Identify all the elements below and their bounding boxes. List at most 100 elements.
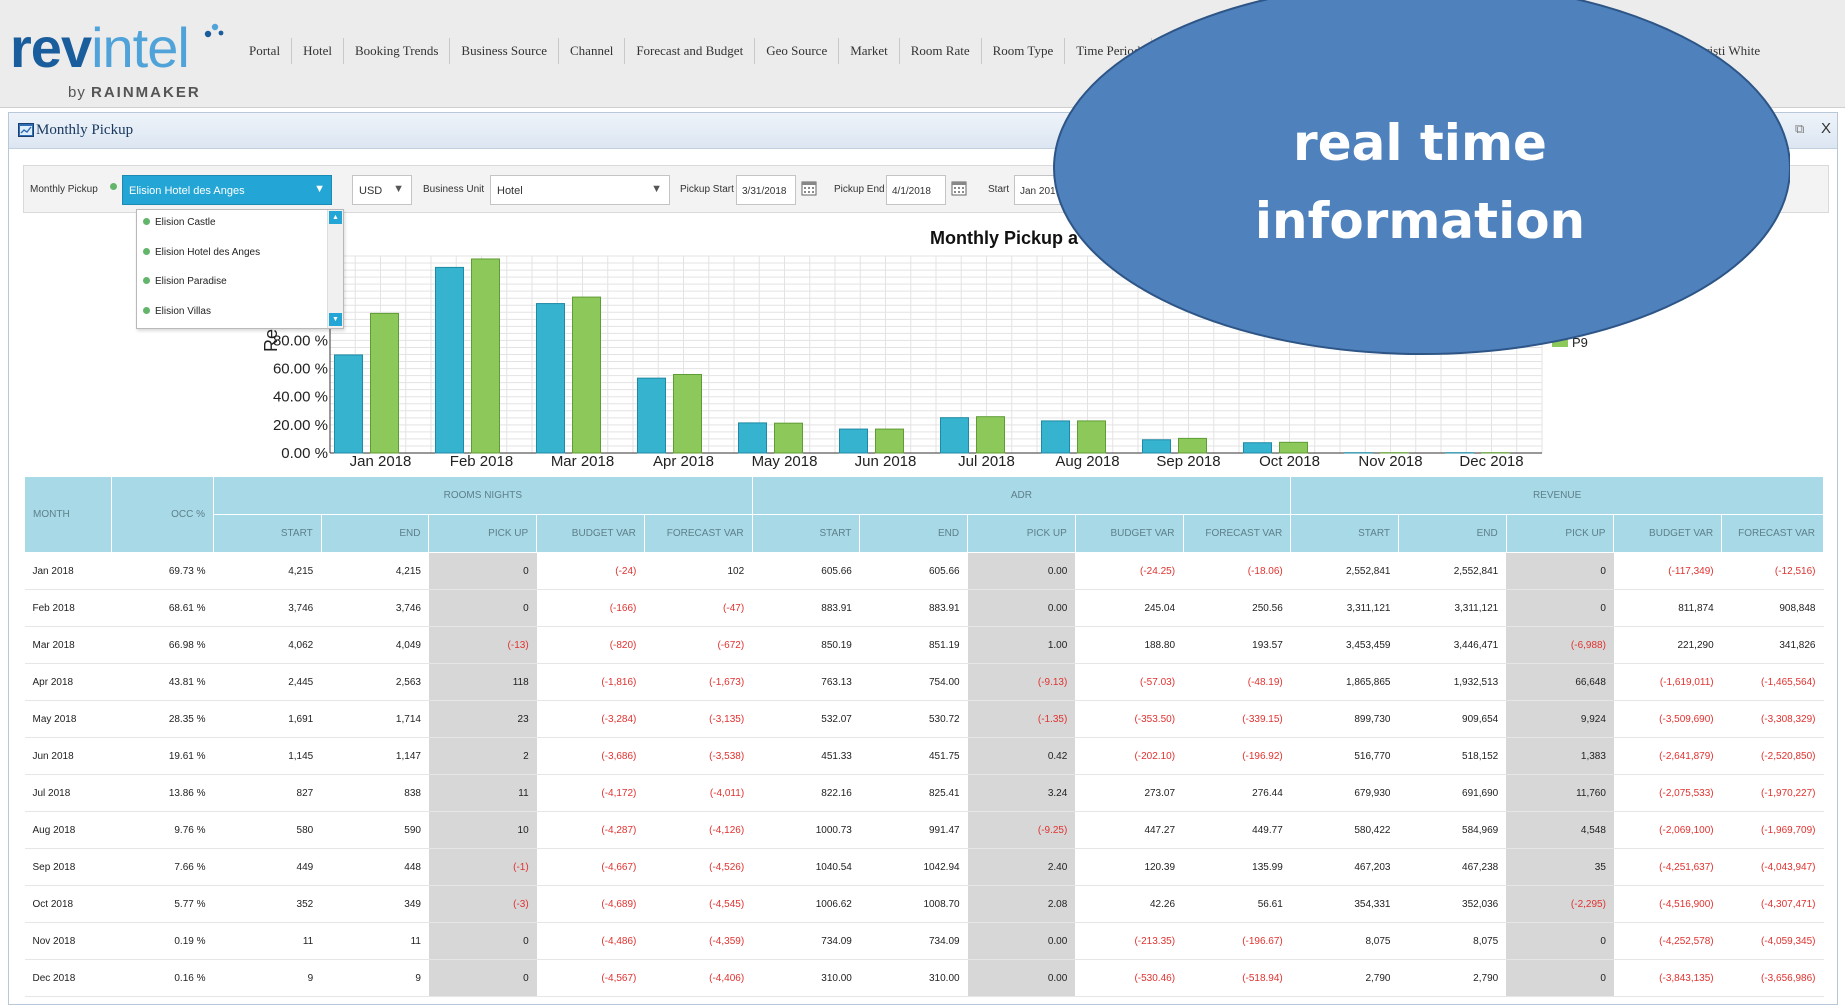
table-cell: 8,075 [1290, 922, 1399, 960]
table-cell: (-3,135) [644, 700, 753, 738]
dropdown-scrollbar[interactable]: ▲ ▼ [327, 210, 343, 328]
table-cell: (-213.35) [1075, 922, 1184, 960]
table-cell: (-4,252,578) [1613, 922, 1722, 960]
table-cell: 0 [428, 922, 537, 960]
table-row[interactable]: Dec 2018 0.16 % 9 9 0 (-4,567) (-4,406) 310.00 3… [24, 959, 1824, 997]
table-row[interactable]: Sep 2018 7.66 % 449 448 (-1) (-4,667) (-4,526)… [24, 848, 1824, 886]
table-cell: 8,075 [1398, 922, 1507, 960]
table-row[interactable]: Oct 2018 5.77 % 352 349 (-3) (-4,689) (-4,545)… [24, 885, 1824, 923]
table-cell: 1,383 [1506, 737, 1614, 775]
table-cell: (-9.25) [967, 811, 1076, 849]
month-cell: Aug 2018 [24, 811, 112, 849]
table-cell: 838 [321, 774, 429, 812]
table-cell: 734.09 [859, 922, 968, 960]
sub-header-start[interactable]: START [213, 514, 322, 553]
table-cell: 691,690 [1398, 774, 1507, 812]
table-cell: 68.61 % [111, 589, 214, 627]
sub-header-budget-var[interactable]: BUDGET VAR [1074, 514, 1184, 553]
table-cell: 0 [428, 959, 537, 997]
month-cell: Dec 2018 [24, 959, 112, 997]
sub-header-forecast-var[interactable]: FORECAST VAR [1721, 514, 1824, 553]
col-occ-header[interactable]: OCC % [111, 476, 215, 553]
table-cell: 449 [213, 848, 322, 886]
table-cell: 827 [213, 774, 322, 812]
sub-header-budget-var[interactable]: BUDGET VAR [536, 514, 645, 553]
scroll-up-icon[interactable]: ▲ [329, 211, 342, 224]
table-cell: (-48.19) [1183, 663, 1291, 701]
table-row[interactable]: Mar 2018 66.98 % 4,062 4,049 (-13) (-820) (-67… [24, 626, 1824, 664]
rooms-nights-group-header: ROOMS NIGHTS [213, 476, 753, 515]
table-cell: (-196.67) [1183, 922, 1291, 960]
sub-header-end[interactable]: END [320, 514, 430, 553]
col-month-header[interactable]: MONTH [23, 476, 113, 553]
table-cell: 3,746 [213, 589, 322, 627]
table-cell: (-4,567) [536, 959, 645, 997]
status-dot-icon [143, 218, 150, 225]
table-cell: (-117,349) [1613, 552, 1722, 590]
month-cell: Feb 2018 [24, 589, 112, 627]
table-cell: (-4,359) [644, 922, 753, 960]
table-cell: 120.39 [1075, 848, 1184, 886]
sub-header-pick-up[interactable]: PICK UP [967, 514, 1076, 553]
sub-header-pick-up[interactable]: PICK UP [1505, 514, 1615, 553]
table-cell: 11 [213, 922, 322, 960]
month-cell: Sep 2018 [24, 848, 112, 886]
table-row[interactable]: Aug 2018 9.76 % 580 590 10 (-4,287) (-4,126) 10… [24, 811, 1824, 849]
table-cell: 0 [1506, 922, 1614, 960]
table-cell: (-3,843,135) [1613, 959, 1722, 997]
table-cell: 2 [428, 737, 537, 775]
sub-header-end[interactable]: END [859, 514, 969, 553]
sub-header-forecast-var[interactable]: FORECAST VAR [643, 514, 753, 553]
table-row[interactable]: Nov 2018 0.19 % 11 11 0 (-4,486) (-4,359) 734.0… [24, 922, 1824, 960]
table-cell: 9 [213, 959, 322, 997]
table-cell: (-202.10) [1075, 737, 1184, 775]
sub-header-forecast-var[interactable]: FORECAST VAR [1182, 514, 1292, 553]
table-cell: 23 [428, 700, 537, 738]
revenue-group-header: REVENUE [1290, 476, 1824, 515]
pickup-table-body: Jan 2018 69.73 % 4,215 4,215 0 (-24) 102 605.66… [24, 552, 1824, 997]
table-cell: 1,932,513 [1398, 663, 1507, 701]
sub-header-start[interactable]: START [1290, 514, 1399, 553]
table-cell: (-2,075,533) [1613, 774, 1722, 812]
table-cell: 754.00 [859, 663, 968, 701]
table-cell: 9 [321, 959, 429, 997]
table-row[interactable]: Jun 2018 19.61 % 1,145 1,147 2 (-3,686) (-3,53… [24, 737, 1824, 775]
table-cell: (-339.15) [1183, 700, 1291, 738]
table-cell: 9.76 % [111, 811, 214, 849]
x-tick-label: Jun 2018 [855, 453, 917, 470]
table-cell: 2.08 [967, 885, 1076, 923]
sub-header-end[interactable]: END [1397, 514, 1507, 553]
callout-line-2: information [1254, 192, 1586, 250]
table-cell: 352,036 [1398, 885, 1507, 923]
table-cell: 0 [1506, 959, 1614, 997]
sub-header-pick-up[interactable]: PICK UP [428, 514, 538, 553]
table-cell: 0.00 [967, 922, 1076, 960]
table-cell: 0 [1506, 552, 1614, 590]
table-cell: 188.80 [1075, 626, 1184, 664]
table-cell: 1000.73 [752, 811, 860, 849]
table-row[interactable]: May 2018 28.35 % 1,691 1,714 23 (-3,284) (-3,1… [24, 700, 1824, 738]
table-cell: 28.35 % [111, 700, 214, 738]
table-cell: 3.24 [967, 774, 1076, 812]
table-cell: (-1,465,564) [1721, 663, 1824, 701]
sub-header-budget-var[interactable]: BUDGET VAR [1613, 514, 1723, 553]
table-row[interactable]: Jan 2018 69.73 % 4,215 4,215 0 (-24) 102 605.66… [24, 552, 1824, 590]
table-cell: 250.56 [1183, 589, 1291, 627]
table-row[interactable]: Apr 2018 43.81 % 2,445 2,563 118 (-1,816) (-1,… [24, 663, 1824, 701]
table-row[interactable]: Feb 2018 68.61 % 3,746 3,746 0 (-166) (-47) 883… [24, 589, 1824, 627]
bar-1 [839, 428, 868, 454]
table-cell: 909,654 [1398, 700, 1507, 738]
sub-header-start[interactable]: START [751, 514, 861, 553]
table-row[interactable]: Jul 2018 13.86 % 827 838 11 (-4,172) (-4,011) 8… [24, 774, 1824, 812]
bar-1 [1142, 439, 1171, 454]
scroll-down-icon[interactable]: ▼ [329, 313, 342, 326]
table-cell: (-3,686) [536, 737, 645, 775]
month-cell: Jul 2018 [24, 774, 112, 812]
callout-line-1: real time [1293, 114, 1547, 172]
table-cell: (-4,287) [536, 811, 645, 849]
table-cell: 11,760 [1506, 774, 1614, 812]
table-cell: 10 [428, 811, 537, 849]
month-cell: May 2018 [24, 700, 112, 738]
table-cell: 1040.54 [752, 848, 860, 886]
table-cell: (-6,988) [1506, 626, 1614, 664]
